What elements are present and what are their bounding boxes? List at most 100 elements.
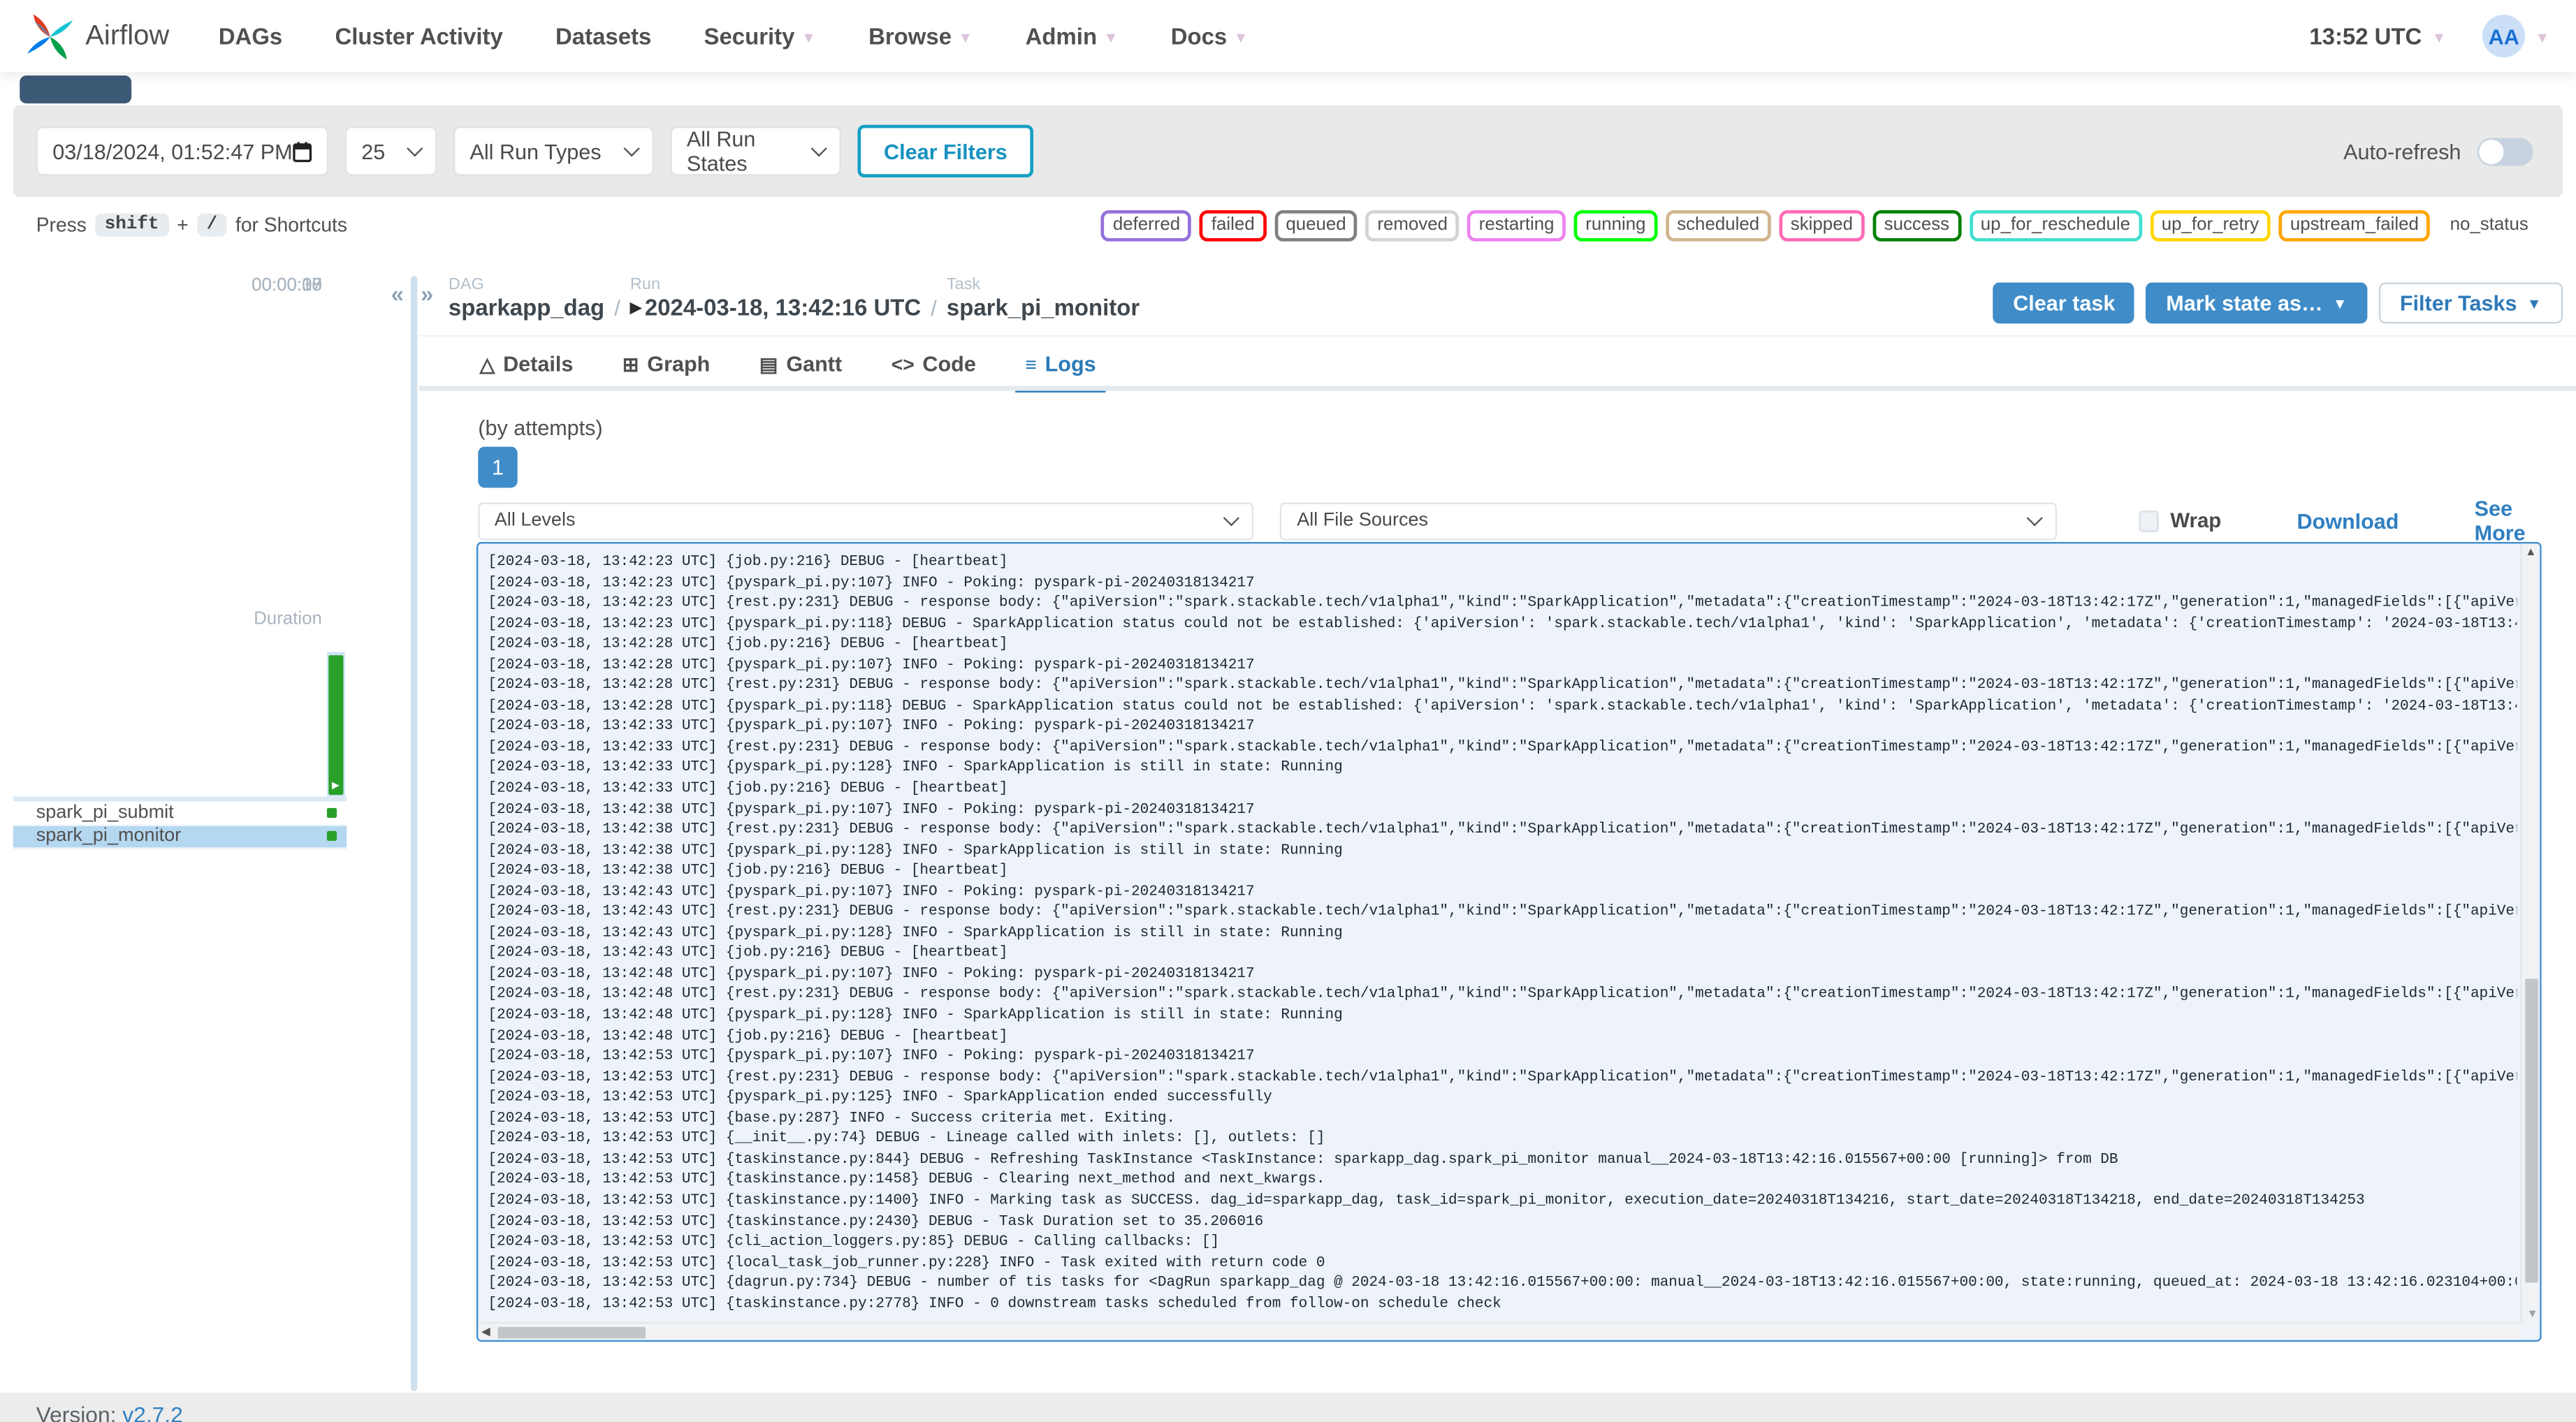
- base-date-value: 03/18/2024, 01:52:47 PM: [52, 138, 293, 163]
- tab[interactable]: ▤ Gantt: [759, 351, 842, 388]
- status-badge[interactable]: running: [1573, 209, 1657, 241]
- horizontal-scrollbar[interactable]: ◀: [478, 1321, 2521, 1340]
- tab[interactable]: △ Details: [480, 351, 574, 388]
- filter-bar: 03/18/2024, 01:52:47 PM 25 All Run Types…: [13, 105, 2563, 198]
- utc-clock[interactable]: 13:52 UTC: [2309, 23, 2422, 50]
- status-badge[interactable]: scheduled: [1665, 209, 1771, 241]
- breadcrumb: DAG sparkapp_dag / Run ▶ 2024-03-18, 13:4…: [449, 276, 1140, 322]
- log-filter-row: All Levels All File Sources Wrap Downloa…: [478, 496, 2563, 545]
- tab-underline-track: [419, 386, 2576, 391]
- airflow-logo-icon: [27, 13, 73, 59]
- status-badge[interactable]: skipped: [1779, 209, 1865, 241]
- scroll-up-icon[interactable]: ▲: [2525, 547, 2536, 558]
- chevron-down-icon: ▼: [1103, 29, 1119, 46]
- panel-resize-handle[interactable]: [410, 276, 418, 1391]
- breadcrumb-dag-label: DAG: [448, 276, 484, 294]
- status-badge[interactable]: queued: [1274, 209, 1358, 241]
- nav-item[interactable]: Admin ▼: [1026, 23, 1119, 50]
- see-more-link[interactable]: See More: [2475, 496, 2563, 545]
- duration-axis-label: Duration: [254, 609, 322, 629]
- nav-item[interactable]: Docs ▼: [1171, 23, 1249, 50]
- status-badge[interactable]: failed: [1200, 209, 1267, 241]
- vertical-scrollbar-thumb[interactable]: [2525, 979, 2538, 1284]
- status-badge[interactable]: success: [1872, 209, 1961, 241]
- tab[interactable]: ⊞ Graph: [623, 351, 710, 388]
- base-date-input[interactable]: 03/18/2024, 01:52:47 PM: [36, 126, 329, 176]
- header-divider: [419, 335, 2576, 337]
- log-line: [2024-03-18, 13:42:23 UTC] {pyspark_pi.p…: [488, 573, 1255, 591]
- log-content: [2024-03-18, 13:42:23 UTC] {job.py:216} …: [488, 552, 2517, 1319]
- download-link[interactable]: Download: [2297, 508, 2399, 533]
- status-badge[interactable]: up_for_retry: [2150, 209, 2271, 241]
- log-line: [2024-03-18, 13:42:33 UTC] {rest.py:231}…: [488, 738, 2517, 756]
- top-nav: Airflow DAGs▼ Cluster Activity▼ Datasets…: [0, 0, 2576, 73]
- task-success-square[interactable]: [326, 831, 337, 842]
- status-badge[interactable]: restarting: [1467, 209, 1566, 241]
- nav-item[interactable]: Security ▼: [704, 23, 816, 50]
- log-line: [2024-03-18, 13:42:23 UTC] {rest.py:231}…: [488, 594, 2517, 611]
- status-badge[interactable]: upstream_failed: [2278, 209, 2431, 241]
- auto-refresh-group: Auto-refresh: [2343, 137, 2533, 166]
- nav-item[interactable]: Browse ▼: [868, 23, 973, 50]
- log-line: [2024-03-18, 13:42:43 UTC] {pyspark_pi.p…: [488, 883, 1255, 900]
- status-legend: deferred failed queued removed restartin…: [1101, 209, 2540, 241]
- file-source-value: All File Sources: [1297, 511, 1429, 531]
- clear-task-button[interactable]: Clear task: [1993, 282, 2135, 324]
- status-badge[interactable]: removed: [1365, 209, 1460, 241]
- log-level-select[interactable]: All Levels: [478, 501, 1255, 540]
- log-viewer[interactable]: [2024-03-18, 13:42:23 UTC] {job.py:216} …: [476, 541, 2542, 1342]
- chevron-down-icon: ▼: [958, 29, 973, 46]
- log-line: [2024-03-18, 13:42:43 UTC] {job.py:216} …: [488, 944, 1008, 962]
- nav-item[interactable]: DAGs▼: [219, 23, 282, 50]
- tab[interactable]: <> Code: [892, 351, 976, 388]
- shortcut-hint: Press shift + / for Shortcuts: [36, 213, 347, 237]
- task-success-square[interactable]: [326, 807, 337, 818]
- breadcrumb-dag[interactable]: sparkapp_dag: [449, 294, 604, 322]
- dag-run-bar[interactable]: ▶: [328, 655, 344, 796]
- task-row[interactable]: spark_pi_monitor: [13, 825, 347, 849]
- wrap-checkbox[interactable]: [2139, 510, 2159, 532]
- log-line: [2024-03-18, 13:42:23 UTC] {job.py:216} …: [488, 553, 1008, 570]
- task-row[interactable]: spark_pi_submit: [13, 801, 347, 826]
- run-states-select[interactable]: All Run States: [670, 126, 841, 176]
- task-actions: Clear task Mark state as… ▼ Filter Tasks ▼: [1993, 282, 2563, 324]
- breadcrumb-task[interactable]: spark_pi_monitor: [947, 294, 1140, 322]
- avatar[interactable]: AA: [2482, 15, 2526, 58]
- attempt-1-button[interactable]: 1: [478, 446, 518, 488]
- run-types-select[interactable]: All Run Types: [453, 126, 654, 176]
- nav-menu: DAGs▼ Cluster Activity▼ Datasets▼ Securi…: [219, 23, 1249, 50]
- breadcrumb-run[interactable]: ▶ 2024-03-18, 13:42:16 UTC: [630, 294, 921, 322]
- version-link[interactable]: v2.7.2: [122, 1402, 182, 1422]
- status-badge[interactable]: deferred: [1101, 209, 1192, 241]
- run-types-value: All Run Types: [470, 138, 602, 163]
- scroll-left-icon[interactable]: ◀: [481, 1326, 490, 1338]
- status-badge[interactable]: no_status: [2438, 209, 2540, 241]
- nav-item[interactable]: Cluster Activity▼: [335, 23, 503, 50]
- status-badge[interactable]: up_for_reschedule: [1969, 209, 2142, 241]
- auto-refresh-toggle[interactable]: [2477, 137, 2533, 166]
- sidebar-separator: [13, 796, 347, 802]
- expand-panel-icon[interactable]: »: [421, 281, 433, 307]
- log-level-value: All Levels: [494, 511, 576, 531]
- chevron-down-icon: ▼: [2332, 295, 2348, 312]
- details-panel: » DAG sparkapp_dag / Run ▶ 2024-03-18, 13…: [419, 276, 2576, 1391]
- tab-icon: <>: [891, 352, 915, 376]
- log-line: [2024-03-18, 13:42:48 UTC] {rest.py:231}…: [488, 985, 2517, 1003]
- vertical-scrollbar[interactable]: ▲ ▼: [2520, 543, 2540, 1322]
- airflow-brand[interactable]: Airflow: [27, 13, 169, 60]
- cutoff-grid-cell[interactable]: [20, 75, 132, 104]
- clear-filters-button[interactable]: Clear Filters: [857, 124, 1034, 177]
- filter-tasks-button[interactable]: Filter Tasks ▼: [2378, 282, 2563, 324]
- airflow-app: Airflow DAGs▼ Cluster Activity▼ Datasets…: [0, 0, 2576, 1422]
- scroll-down-icon[interactable]: ▼: [2526, 1309, 2538, 1320]
- mark-state-button[interactable]: Mark state as… ▼: [2146, 282, 2367, 324]
- page-size-select[interactable]: 25: [344, 126, 437, 176]
- collapse-panel-icon[interactable]: «: [391, 281, 404, 307]
- tab[interactable]: ≡ Logs: [1015, 351, 1106, 393]
- nav-item[interactable]: Datasets▼: [555, 23, 651, 50]
- file-source-select[interactable]: All File Sources: [1280, 501, 2057, 540]
- tab-icon: ≡: [1025, 352, 1037, 376]
- breadcrumb-run-label: Run: [630, 276, 661, 294]
- horizontal-scrollbar-thumb[interactable]: [497, 1326, 646, 1338]
- manual-run-icon: ▶: [630, 298, 642, 316]
